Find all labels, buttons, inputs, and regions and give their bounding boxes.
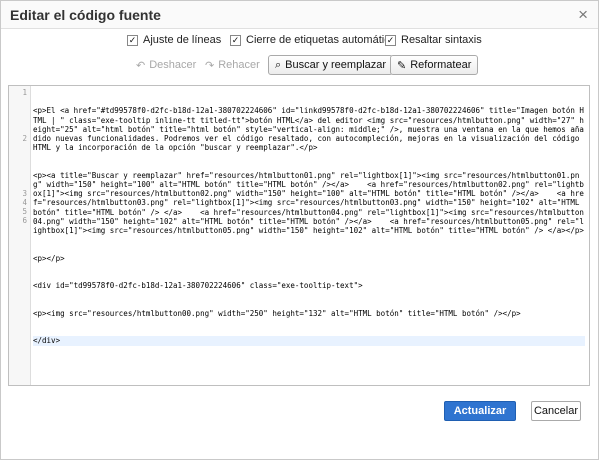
editor-toolbar: ↶ Deshacer ↷ Rehacer ⌕ Buscar y reemplaz…	[1, 55, 598, 77]
code-line-current: </div>	[33, 336, 585, 346]
editor-options: ✓ Ajuste de líneas ✓ Cierre de etiquetas…	[1, 34, 598, 50]
undo-icon: ↶	[136, 59, 146, 72]
option-auto-close-tags[interactable]: ✓ Cierre de etiquetas automático	[230, 34, 396, 46]
code-editor[interactable]: 1 2 3 4 5 6 <p>El <a href="#td99578f0-d2…	[8, 85, 590, 386]
option-label: Resaltar sintaxis	[401, 34, 482, 46]
checkbox-icon[interactable]: ✓	[127, 34, 138, 46]
option-syntax-highlight[interactable]: ✓ Resaltar sintaxis	[385, 34, 482, 46]
code-line: <div id="td99578f0-d2fc-b18d-12a1-380702…	[33, 281, 363, 291]
code-line: <p><a title="Buscar y reemplazar" href="…	[33, 170, 584, 236]
line-number: 4	[22, 198, 27, 207]
checkbox-icon[interactable]: ✓	[230, 34, 241, 46]
code-line: <p>El <a href="#td99578f0-d2fc-b18d-12a1…	[33, 106, 584, 153]
reformat-button[interactable]: ✎ Reformatear	[390, 55, 479, 75]
line-number: 3	[22, 189, 27, 198]
cancel-button[interactable]: Cancelar	[531, 401, 581, 421]
code-content[interactable]: <p>El <a href="#td99578f0-d2fc-b18d-12a1…	[33, 88, 585, 364]
close-icon[interactable]: ×	[578, 5, 588, 25]
option-line-wrap[interactable]: ✓ Ajuste de líneas	[127, 34, 221, 46]
code-line: <p><img src="resources/htmlbutton00.png"…	[33, 308, 521, 318]
option-label: Ajuste de líneas	[143, 34, 222, 46]
line-number: 2	[22, 134, 27, 143]
dialog-footer: Actualizar Cancelar	[1, 391, 598, 459]
find-replace-button[interactable]: ⌕ Buscar y reemplazar	[268, 55, 394, 75]
dialog-title: Editar el código fuente	[10, 7, 161, 23]
source-code-dialog: Editar el código fuente × ✓ Ajuste de lí…	[0, 0, 599, 460]
line-number: 5	[22, 207, 27, 216]
find-replace-icon: ⌕	[275, 58, 282, 71]
update-button[interactable]: Actualizar	[444, 401, 516, 421]
redo-button[interactable]: ↷ Rehacer	[199, 55, 266, 75]
line-number-gutter: 1 2 3 4 5 6	[9, 86, 31, 385]
undo-button[interactable]: ↶ Deshacer	[130, 55, 202, 75]
code-line: <p></p>	[33, 253, 65, 263]
reformat-icon: ✎	[397, 59, 407, 72]
line-number: 6	[22, 216, 27, 225]
dialog-titlebar: Editar el código fuente ×	[1, 1, 598, 29]
line-number: 1	[22, 88, 27, 97]
redo-icon: ↷	[205, 59, 215, 72]
option-label: Cierre de etiquetas automático	[246, 34, 396, 46]
checkbox-icon[interactable]: ✓	[385, 34, 396, 46]
